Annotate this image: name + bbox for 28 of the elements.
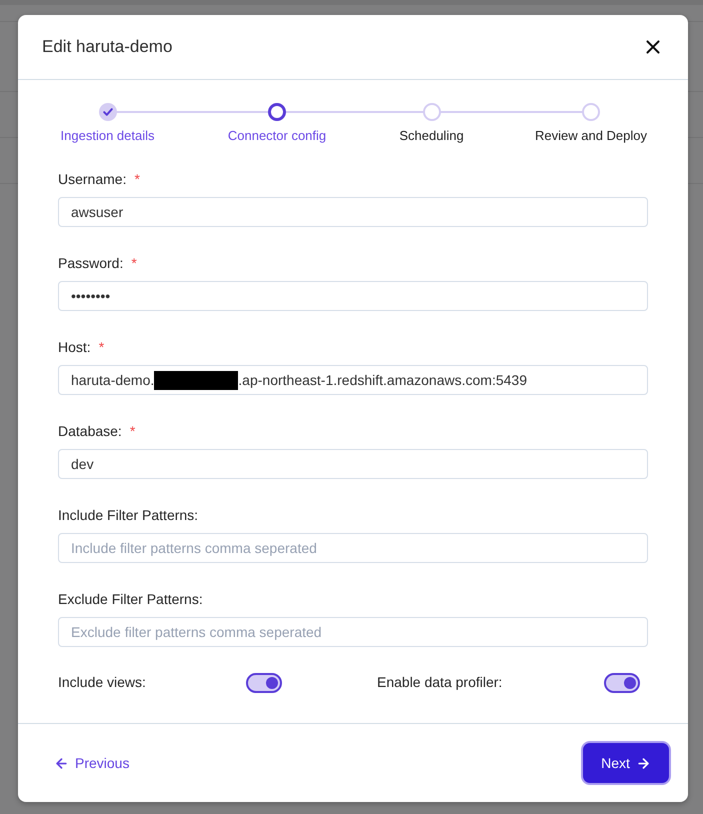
required-mark: * (130, 424, 136, 438)
step-label: Review and Deploy (535, 128, 648, 144)
input-field[interactable]: awsuser (58, 197, 648, 227)
required-mark: * (98, 340, 104, 354)
field-label: Include Filter Patterns: (58, 506, 198, 524)
input-field[interactable]: Exclude filter patterns comma seperated (58, 617, 648, 647)
field-label: Username: (58, 170, 126, 188)
step-label: Scheduling (399, 128, 464, 144)
required-mark: * (131, 256, 137, 270)
toggle-switch[interactable] (604, 672, 640, 692)
next-button[interactable]: Next (583, 743, 669, 783)
field-label: Database: (58, 422, 122, 440)
field-label: Password: (58, 254, 124, 272)
step-label: Connector config (228, 128, 326, 144)
dialog-title: Edit haruta-demo (42, 36, 172, 58)
field-label: Exclude Filter Patterns: (58, 590, 203, 608)
input-field[interactable]: •••••••• (58, 281, 648, 311)
required-mark: * (134, 172, 140, 186)
field-label: Host: (58, 338, 91, 356)
input-field[interactable]: Include filter patterns comma seperated (58, 533, 648, 563)
previous-button[interactable]: Previous (38, 743, 146, 783)
input-field[interactable]: haruta-demo. .ap-northeast-1.redshift.amazonaws.com:5439 (58, 365, 648, 395)
step-label: Ingestion details (60, 128, 154, 144)
toggle-switch[interactable] (246, 672, 282, 692)
arrow-right-icon (636, 756, 651, 770)
toggle-label: Include views: (58, 673, 147, 692)
toggle-label: Enable data profiler: (377, 673, 504, 692)
input-field[interactable]: dev (58, 449, 648, 479)
